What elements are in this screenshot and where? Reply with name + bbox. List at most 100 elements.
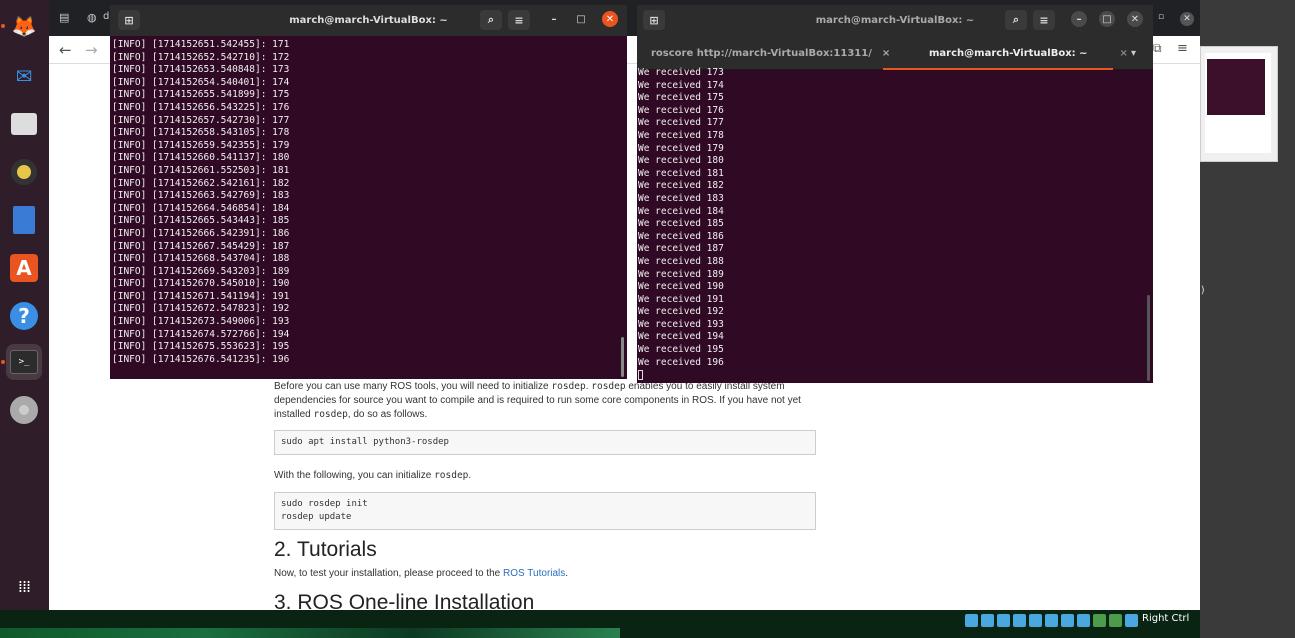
terminal-header[interactable]: ⊞ march@march-VirtualBox: ~ ⌕ ≡ – □ ✕ (110, 5, 627, 36)
terminal-window-left[interactable]: ⊞ march@march-VirtualBox: ~ ⌕ ≡ – □ ✕ [I… (110, 5, 627, 379)
terminal-line: [INFO] [1714152664.546854]: 184 (112, 202, 290, 214)
tab-close-icon[interactable]: × (1120, 48, 1128, 59)
rhythmbox-icon[interactable] (6, 154, 42, 190)
terminal-line: [INFO] [1714152676.541235]: 196 (112, 353, 290, 365)
optical-icon[interactable] (981, 613, 994, 627)
scrollbar-thumb[interactable] (1147, 295, 1150, 381)
terminal-header[interactable]: ⊞ march@march-VirtualBox: ~ ⌕ ≡ – □ ✕ (637, 5, 1153, 36)
firefox-icon[interactable]: 🦊 (6, 8, 42, 44)
usb-icon[interactable] (1029, 613, 1042, 627)
terminal-line: [INFO] [1714152667.545429]: 187 (112, 240, 290, 252)
inline-code: rosdep (313, 409, 348, 420)
terminal-line: We received 177 (638, 117, 724, 129)
thumbnail-terminal (1207, 59, 1265, 115)
terminal-line: [INFO] [1714152654.540401]: 174 (112, 76, 290, 88)
code-block-init[interactable]: sudo rosdep init rosdep update (274, 492, 816, 530)
terminal-line: We received 180 (638, 155, 724, 167)
terminal-tabs: roscore http://march-VirtualBox:11311/ ×… (637, 36, 1153, 70)
maximize-icon[interactable]: □ (573, 11, 589, 27)
mouse-integration-icon[interactable] (1109, 613, 1122, 627)
terminal-line: We received 191 (638, 293, 724, 305)
terminal-line: We received 183 (638, 192, 724, 204)
tab-dropdown-icon[interactable]: ▾ (1131, 36, 1136, 70)
maximize-icon[interactable]: □ (1099, 11, 1115, 27)
terminal-line: [INFO] [1714152662.542161]: 182 (112, 177, 290, 189)
hdd-icon[interactable] (965, 613, 978, 627)
terminal-line: We received 193 (638, 318, 724, 330)
init-paragraph: With the following, you can initialize r… (274, 469, 819, 483)
terminal-line: We received 192 (638, 306, 724, 318)
terminal-line: [INFO] [1714152674.572766]: 194 (112, 328, 290, 340)
scrollbar-thumb[interactable] (621, 337, 624, 377)
host-close-icon[interactable]: ✕ (1180, 12, 1194, 26)
restore-icon[interactable]: ▫ (1158, 12, 1164, 22)
para-text: Now, to test your installation, please p… (274, 568, 504, 579)
apps-grid-icon[interactable]: ⁞⁞⁞ (6, 568, 42, 604)
code-line: rosdep update (281, 512, 352, 522)
terminal-line: We received 176 (638, 104, 724, 116)
tab-roscore[interactable]: roscore http://march-VirtualBox:11311/ × (651, 36, 890, 70)
terminal-line: [INFO] [1714152651.542455]: 171 (112, 39, 290, 50)
terminal-line: We received 190 (638, 281, 724, 293)
terminal-line: [INFO] [1714152666.542391]: 186 (112, 227, 290, 239)
host-window-thumbnail[interactable] (1200, 46, 1278, 162)
display-icon[interactable] (1061, 613, 1074, 627)
heading-tutorials: 2. Tutorials (274, 538, 377, 561)
forward-icon[interactable]: → (85, 41, 98, 59)
terminal-line: [INFO] [1714152668.543704]: 188 (112, 253, 290, 265)
inline-code: rosdep (434, 470, 469, 481)
terminal-line: [INFO] [1714152658.543105]: 178 (112, 127, 290, 139)
menu-icon[interactable]: ≡ (1177, 41, 1188, 56)
terminal-icon[interactable]: >_ (6, 344, 42, 380)
network-icon[interactable] (1013, 613, 1026, 627)
search-icon[interactable]: ⌕ (1005, 10, 1027, 30)
tab-overview-icon[interactable]: ▤ (59, 11, 69, 24)
inline-code: rosdep (591, 381, 626, 392)
terminal-line: [INFO] [1714152672.547823]: 192 (112, 303, 290, 315)
shared-folder-icon[interactable] (1045, 613, 1058, 627)
para-text: . (468, 470, 472, 481)
tab-label: roscore http://march-VirtualBox:11311/ (651, 47, 872, 59)
recording-icon[interactable] (1077, 613, 1090, 627)
host-wallpaper-strip (0, 628, 620, 638)
para-text: With the following, you can initialize (274, 470, 435, 481)
terminal-line: We received 178 (638, 129, 724, 141)
inline-code: rosdep (551, 381, 586, 392)
help-icon[interactable]: ? (6, 298, 42, 334)
back-icon[interactable]: ← (59, 41, 72, 59)
thunderbird-icon[interactable]: ✉ (6, 58, 42, 94)
audio-icon[interactable] (997, 613, 1010, 627)
extensions-icon[interactable]: ⧉ (1153, 41, 1162, 56)
code-block-install[interactable]: sudo apt install python3-rosdep (274, 430, 816, 455)
software-icon[interactable]: A (6, 250, 42, 286)
active-tab-indicator (883, 68, 1113, 70)
tab-label: march@march-VirtualBox: ~ (929, 47, 1088, 59)
terminal-line: We received 189 (638, 268, 724, 280)
tab-close-icon[interactable]: × (882, 48, 890, 59)
ros-tutorials-link[interactable]: ROS Tutorials (503, 568, 565, 579)
hamburger-menu-icon[interactable]: ≡ (508, 10, 530, 30)
minimize-icon[interactable]: – (1071, 11, 1087, 27)
para-text: . (565, 568, 569, 579)
minimize-icon[interactable]: – (546, 11, 562, 27)
writer-icon[interactable] (6, 202, 42, 238)
files-icon[interactable] (6, 106, 42, 142)
cpu-icon[interactable] (1093, 613, 1106, 627)
browser-tab-label[interactable]: d (103, 11, 109, 22)
terminal-line: We received 173 (638, 67, 724, 78)
keyboard-icon[interactable] (1125, 613, 1138, 627)
terminal-output[interactable]: We received 173 We received 174 We receive… (638, 67, 724, 382)
terminal-line: [INFO] [1714152660.541137]: 180 (112, 152, 290, 164)
search-icon[interactable]: ⌕ (480, 10, 502, 30)
terminal-output[interactable]: [INFO] [1714152651.542455]: 171 [INFO] [1… (112, 39, 289, 366)
para-text: , do so as follows. (347, 409, 428, 420)
disc-icon[interactable] (6, 392, 42, 428)
close-icon[interactable]: ✕ (1127, 11, 1143, 27)
terminal-window-right[interactable]: ⊞ march@march-VirtualBox: ~ ⌕ ≡ – □ ✕ ro… (637, 5, 1153, 383)
terminal-line: We received 195 (638, 344, 724, 356)
hamburger-menu-icon[interactable]: ≡ (1033, 10, 1055, 30)
host-key-label: Right Ctrl (1142, 613, 1190, 624)
close-icon[interactable]: ✕ (602, 11, 618, 27)
terminal-line: [INFO] [1714152653.540848]: 173 (112, 64, 290, 76)
tab-march-shell[interactable]: march@march-VirtualBox: ~ × (929, 36, 1128, 70)
